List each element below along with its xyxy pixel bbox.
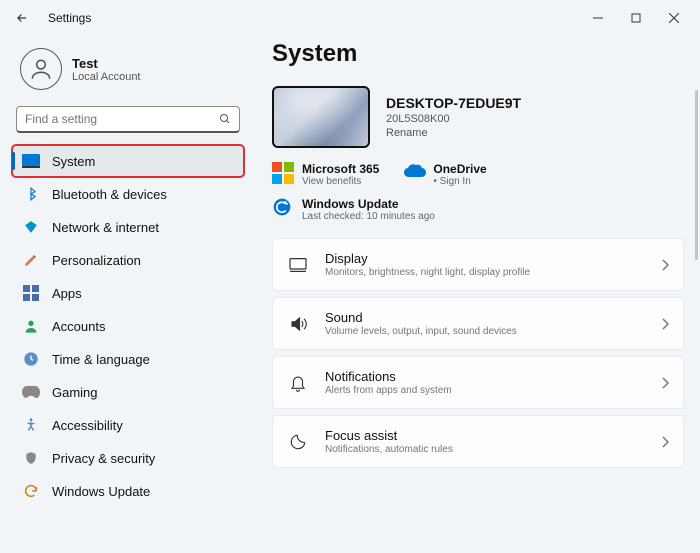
sidebar-item-network[interactable]: Network & internet — [12, 211, 244, 243]
network-icon — [22, 218, 40, 236]
minimize-icon — [593, 13, 603, 23]
sidebar-item-accessibility[interactable]: Accessibility — [12, 409, 244, 441]
sidebar-item-label: Gaming — [52, 385, 98, 400]
status-sub: View benefits — [302, 176, 379, 187]
sidebar-item-label: Network & internet — [52, 220, 159, 235]
device-model: 20L5S08K00 — [386, 113, 521, 125]
display-icon — [287, 254, 309, 276]
device-image — [272, 86, 370, 148]
bluetooth-icon — [22, 185, 40, 203]
gaming-icon — [22, 383, 40, 401]
status-sub: • Sign In — [433, 176, 486, 187]
card-sub: Volume levels, output, input, sound devi… — [325, 326, 661, 337]
close-icon — [669, 13, 679, 23]
sidebar-item-label: Accessibility — [52, 418, 123, 433]
scrollbar[interactable] — [695, 90, 698, 260]
onedrive-icon — [403, 162, 425, 184]
windows-update-icon — [272, 197, 294, 219]
privacy-icon — [22, 449, 40, 467]
chevron-right-icon — [661, 436, 669, 448]
system-icon — [22, 152, 40, 170]
sidebar-item-update[interactable]: Windows Update — [12, 475, 244, 507]
sidebar-item-label: Time & language — [52, 352, 150, 367]
status-row-1: Microsoft 365 View benefits OneDrive • S… — [272, 162, 684, 187]
status-sub: Last checked: 10 minutes ago — [302, 211, 435, 222]
device-info: DESKTOP-7EDUE9T 20L5S08K00 Rename — [272, 86, 684, 148]
sidebar-item-label: Personalization — [52, 253, 141, 268]
sidebar-item-personalization[interactable]: Personalization — [12, 244, 244, 276]
sidebar-item-privacy[interactable]: Privacy & security — [12, 442, 244, 474]
maximize-icon — [631, 13, 641, 23]
sidebar-item-label: Privacy & security — [52, 451, 155, 466]
avatar — [20, 48, 62, 90]
sidebar-item-apps[interactable]: Apps — [12, 277, 244, 309]
status-microsoft365[interactable]: Microsoft 365 View benefits — [272, 162, 379, 187]
card-sub: Notifications, automatic rules — [325, 444, 661, 455]
status-row-2: Windows Update Last checked: 10 minutes … — [272, 197, 684, 222]
search-icon — [219, 113, 231, 125]
main-panel: System DESKTOP-7EDUE9T 20L5S08K00 Rename… — [252, 36, 688, 553]
accessibility-icon — [22, 416, 40, 434]
maximize-button[interactable] — [618, 4, 654, 32]
card-title: Sound — [325, 310, 661, 325]
search-input[interactable] — [25, 112, 219, 126]
sidebar-item-accounts[interactable]: Accounts — [12, 310, 244, 342]
status-title: Microsoft 365 — [302, 162, 379, 176]
chevron-right-icon — [661, 259, 669, 271]
settings-cards: Display Monitors, brightness, night ligh… — [272, 238, 684, 468]
search-box[interactable] — [16, 106, 240, 133]
device-name: DESKTOP-7EDUE9T — [386, 95, 521, 111]
status-title: Windows Update — [302, 197, 435, 211]
titlebar: Settings — [0, 0, 700, 36]
sidebar-item-label: Windows Update — [52, 484, 150, 499]
card-title: Focus assist — [325, 428, 661, 443]
sidebar-item-label: System — [52, 154, 95, 169]
accounts-icon — [22, 317, 40, 335]
sidebar-nav: System Bluetooth & devices Network & int… — [12, 145, 244, 507]
focus-icon — [287, 431, 309, 453]
window-title: Settings — [48, 11, 91, 25]
time-icon — [22, 350, 40, 368]
card-display[interactable]: Display Monitors, brightness, night ligh… — [272, 238, 684, 291]
card-notifications[interactable]: Notifications Alerts from apps and syste… — [272, 356, 684, 409]
status-windows-update[interactable]: Windows Update Last checked: 10 minutes … — [272, 197, 435, 222]
sidebar-item-label: Accounts — [52, 319, 105, 334]
account-name: Test — [72, 56, 141, 71]
sidebar-item-label: Apps — [52, 286, 82, 301]
rename-link[interactable]: Rename — [386, 127, 521, 139]
window-controls — [580, 4, 692, 32]
back-icon — [15, 11, 29, 25]
chevron-right-icon — [661, 377, 669, 389]
close-button[interactable] — [656, 4, 692, 32]
card-focus-assist[interactable]: Focus assist Notifications, automatic ru… — [272, 415, 684, 468]
person-icon — [28, 56, 54, 82]
back-button[interactable] — [8, 4, 36, 32]
notifications-icon — [287, 372, 309, 394]
sidebar-item-gaming[interactable]: Gaming — [12, 376, 244, 408]
status-title: OneDrive — [433, 162, 486, 176]
apps-icon — [22, 284, 40, 302]
sidebar-item-bluetooth[interactable]: Bluetooth & devices — [12, 178, 244, 210]
microsoft365-icon — [272, 162, 294, 184]
sidebar-item-label: Bluetooth & devices — [52, 187, 167, 202]
status-onedrive[interactable]: OneDrive • Sign In — [403, 162, 486, 187]
update-icon — [22, 482, 40, 500]
personalization-icon — [22, 251, 40, 269]
minimize-button[interactable] — [580, 4, 616, 32]
page-title: System — [272, 40, 684, 68]
card-title: Notifications — [325, 369, 661, 384]
sidebar-item-time[interactable]: Time & language — [12, 343, 244, 375]
sound-icon — [287, 313, 309, 335]
account-block[interactable]: Test Local Account — [12, 36, 244, 106]
sidebar-item-system[interactable]: System — [12, 145, 244, 177]
chevron-right-icon — [661, 318, 669, 330]
card-sub: Alerts from apps and system — [325, 385, 661, 396]
card-sub: Monitors, brightness, night light, displ… — [325, 267, 661, 278]
card-title: Display — [325, 251, 661, 266]
sidebar: Test Local Account System Bluetooth & de… — [12, 36, 252, 553]
card-sound[interactable]: Sound Volume levels, output, input, soun… — [272, 297, 684, 350]
account-type: Local Account — [72, 71, 141, 83]
